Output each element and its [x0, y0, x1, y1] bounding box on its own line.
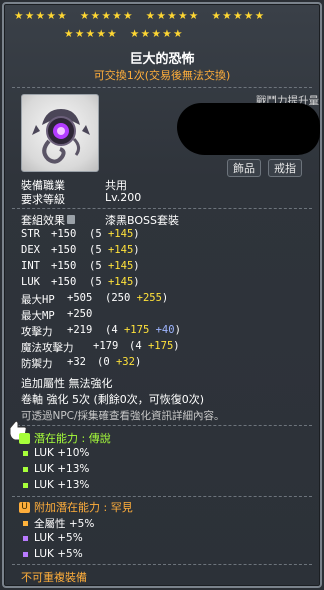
stat-row: LUK +150 (5 +145)	[21, 276, 140, 288]
stat-total: +150	[51, 244, 77, 256]
stat-row: 最大HP +505 (250 +255)	[21, 292, 168, 307]
legendary-grade-icon	[19, 432, 30, 444]
redacted-area	[177, 103, 320, 155]
level-value: Lv.200	[105, 191, 142, 204]
scroll-upgrades: 卷軸 強化 5次 (剩餘0次，可恢復0次)	[21, 393, 205, 406]
bonus-potential-line: 全屬性 +5%	[23, 516, 94, 531]
divider	[12, 87, 312, 88]
potential-title: 潛在能力 : 傳說	[34, 432, 111, 445]
star-force-row-1: ★★★★★ ★★★★★ ★★★★★ ★★★★★	[14, 10, 314, 22]
bullet-icon	[23, 450, 28, 456]
set-value: 漆黑BOSS套裝	[105, 214, 179, 227]
potential-header: 潛在能力 : 傳說	[19, 430, 111, 446]
item-tooltip: ★★★★★ ★★★★★ ★★★★★ ★★★★★ ★★★★★ ★★★★★ 巨大的恐…	[2, 2, 322, 588]
stat-total: +150	[51, 276, 77, 288]
tag-ring: 戒指	[268, 159, 302, 177]
stat-name: 最大MP	[21, 310, 55, 322]
divider	[12, 496, 312, 497]
star-group: ★★★★★	[145, 10, 200, 22]
stat-total: +32	[67, 356, 86, 368]
bonus-potential-line: LUK +5%	[23, 532, 83, 544]
bonus-potential-header: U 附加潛在能力 : 罕見	[19, 499, 133, 515]
divider	[12, 425, 312, 426]
stat-breakdown: (4 +175 +40)	[105, 324, 181, 336]
stat-total: +150	[51, 260, 77, 272]
unique-equip-note: 不可重複裝備	[21, 571, 87, 584]
level-label: 要求等級	[21, 193, 65, 206]
stat-name: DEX	[21, 244, 40, 256]
stat-breakdown: (4 +175)	[129, 340, 180, 352]
unique-grade-icon: U	[19, 501, 30, 513]
stat-total: +219	[67, 324, 93, 336]
star-force-row-2: ★★★★★ ★★★★★	[64, 28, 324, 40]
potential-line: LUK +10%	[23, 447, 89, 459]
bonus-potential-title: 附加潛在能力 : 罕見	[34, 501, 133, 514]
stat-total: +179	[93, 340, 119, 352]
potential-line: LUK +13%	[23, 463, 89, 475]
bullet-icon	[23, 521, 28, 526]
stat-row: INT +150 (5 +145)	[21, 260, 140, 272]
item-icon-frame	[21, 94, 99, 172]
stat-row: 魔法攻擊力 +179 (4 +175)	[21, 340, 180, 355]
stat-breakdown: (5 +145)	[89, 228, 140, 240]
stat-row: 最大MP +250	[21, 308, 92, 323]
bullet-icon	[23, 551, 28, 557]
stat-total: +250	[67, 308, 93, 320]
bullet-icon	[23, 482, 28, 488]
stat-name: 攻擊力	[21, 326, 53, 338]
stat-breakdown: (5 +145)	[89, 244, 140, 256]
bullet-icon	[23, 535, 28, 541]
stat-total: +505	[67, 292, 93, 304]
stat-name: 魔法攻擊力	[21, 342, 74, 354]
bonus-potential-line: LUK +5%	[23, 548, 83, 560]
additional-property: 追加屬性 無法強化	[21, 377, 113, 390]
bullet-icon	[23, 466, 28, 472]
stat-breakdown: (0 +32)	[97, 356, 142, 368]
stat-row: 攻擊力 +219 (4 +175 +40)	[21, 324, 181, 339]
star-group: ★★★★★	[64, 28, 119, 40]
enhance-hint: 可透過NPC/採集確查看強化資訊詳細內容。	[21, 410, 225, 422]
stat-name: 防禦力	[21, 358, 53, 370]
stat-row: STR +150 (5 +145)	[21, 228, 140, 240]
stat-row: 防禦力 +32 (0 +32)	[21, 356, 141, 371]
star-group: ★★★★★	[211, 10, 266, 22]
divider	[12, 564, 312, 565]
stat-name: LUK	[21, 276, 40, 288]
star-group: ★★★★★	[79, 10, 134, 22]
star-group: ★★★★★	[129, 28, 184, 40]
item-type-tags: 飾品 戒指	[227, 159, 302, 177]
set-label: 套組效果	[21, 214, 65, 227]
divider	[12, 208, 312, 209]
stat-breakdown: (5 +145)	[89, 260, 140, 272]
purple-eye-pendant-icon	[32, 109, 90, 164]
tag-accessory: 飾品	[227, 159, 261, 177]
potential-line: LUK +13%	[23, 479, 89, 491]
set-row: 套組效果 漆黑BOSS套裝	[21, 212, 179, 228]
star-group: ★★★★★	[14, 10, 69, 22]
stat-name: STR	[21, 228, 40, 240]
level-row: 要求等級 Lv.200	[21, 191, 141, 207]
trade-note: 可交換1次(交易後無法交換)	[93, 69, 231, 82]
stat-name: INT	[21, 260, 40, 272]
stat-total: +150	[51, 228, 77, 240]
stat-row: DEX +150 (5 +145)	[21, 244, 140, 256]
stat-breakdown: (250 +255)	[105, 292, 169, 304]
stat-name: 最大HP	[21, 294, 55, 306]
lock-icon	[67, 215, 75, 224]
item-name: 巨大的恐怖	[129, 52, 195, 67]
stat-breakdown: (5 +145)	[89, 276, 140, 288]
